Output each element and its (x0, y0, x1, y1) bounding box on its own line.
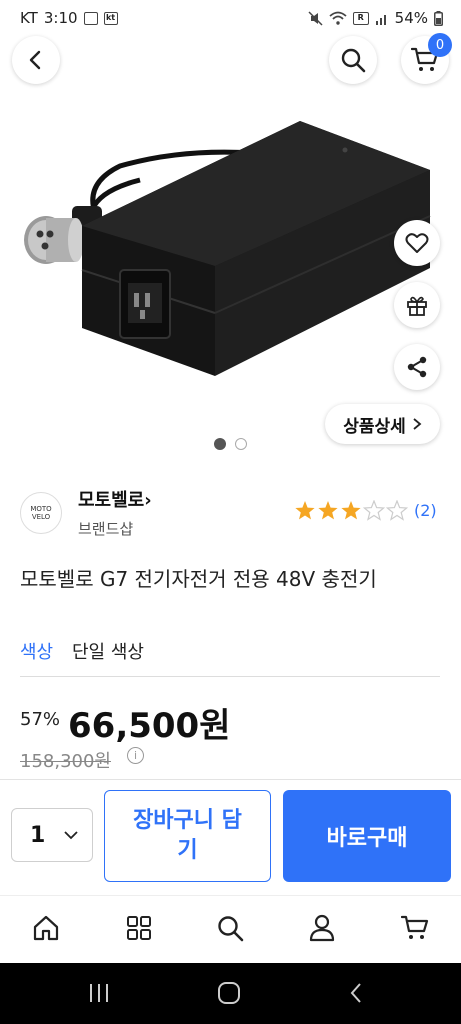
gift-button[interactable] (394, 282, 440, 328)
mute-icon (308, 10, 323, 26)
star-filled-icon (295, 501, 315, 520)
add-to-cart-button[interactable]: 장바구니 담기 (104, 790, 271, 882)
divider (20, 676, 440, 677)
gift-icon (407, 296, 427, 316)
nav-search[interactable] (210, 908, 250, 948)
carrier: KT (20, 9, 38, 27)
buy-now-button[interactable]: 바로구매 (283, 790, 451, 882)
share-button[interactable] (394, 344, 440, 390)
system-nav-bar (0, 963, 461, 1024)
home-button-icon[interactable] (216, 980, 242, 1006)
chevron-right-icon (413, 418, 422, 430)
back-nav-icon[interactable] (348, 981, 364, 1005)
chevron-down-icon (64, 831, 78, 840)
wifi-icon (329, 11, 347, 25)
battery-icon (434, 10, 443, 26)
option-label: 색상 (20, 642, 54, 663)
share-icon (407, 356, 427, 378)
nav-my-page[interactable] (302, 908, 342, 948)
wishlist-button[interactable] (394, 220, 440, 266)
search-button[interactable] (329, 36, 377, 84)
star-filled-icon (318, 501, 338, 520)
quantity-value: 1 (30, 822, 46, 848)
sale-price: 66,500원 (68, 706, 231, 746)
star-empty-icon (386, 500, 408, 521)
brand-name-link[interactable]: 모토벨로› (78, 486, 152, 512)
back-button[interactable] (12, 36, 60, 84)
buy-now-label: 바로구매 (326, 826, 408, 851)
carousel-dot-active[interactable] (214, 438, 226, 450)
product-title: 모토벨로 G7 전기자전거 전용 48V 충전기 (20, 567, 377, 591)
kt-app-icon: kt (103, 11, 118, 25)
nav-cart[interactable] (395, 908, 435, 948)
brand-name: 모토벨로 (78, 490, 145, 511)
brand-shop-label: 브랜드샵 (78, 520, 134, 538)
signal-icon (375, 14, 386, 25)
home-icon (33, 915, 59, 941)
discount-rate: 57% (20, 709, 61, 730)
quantity-select[interactable]: 1 (11, 808, 93, 862)
my-page-icon (309, 914, 335, 942)
brand-logo[interactable]: MOTO VELO (20, 492, 62, 534)
status-right: R 54% (308, 9, 443, 27)
battery-percent: 54% (394, 9, 428, 27)
status-bar: KT 3:10 kt R 54% (0, 0, 461, 36)
star-filled-icon (341, 501, 361, 520)
add-to-cart-label: 장바구니 담기 (133, 808, 242, 863)
search-icon (218, 916, 244, 942)
back-arrow-icon (29, 50, 41, 70)
nav-category[interactable] (119, 908, 159, 948)
info-icon[interactable]: i (127, 747, 144, 764)
cart-count-badge: 0 (428, 33, 452, 57)
chevron-right-icon: › (144, 490, 152, 511)
recent-apps-icon[interactable] (88, 981, 110, 1005)
star-empty-icon (363, 500, 385, 521)
gallery-icon (83, 11, 98, 25)
cart-icon (401, 915, 429, 939)
carousel-dot[interactable] (235, 438, 247, 450)
status-left: KT 3:10 kt (20, 9, 118, 27)
product-detail-label: 상품상세 (343, 416, 406, 437)
review-count[interactable]: (2) (414, 501, 437, 520)
category-icon (127, 916, 151, 940)
search-icon (341, 48, 366, 73)
clock: 3:10 (43, 9, 78, 27)
option-value: 단일 색상 (72, 642, 144, 663)
rating-stars[interactable] (294, 500, 408, 521)
heart-icon (405, 233, 429, 253)
original-price: 158,300원 (20, 751, 111, 772)
volte-icon: R (352, 11, 369, 25)
product-detail-button[interactable]: 상품상세 (325, 404, 440, 444)
nav-home[interactable] (26, 908, 66, 948)
